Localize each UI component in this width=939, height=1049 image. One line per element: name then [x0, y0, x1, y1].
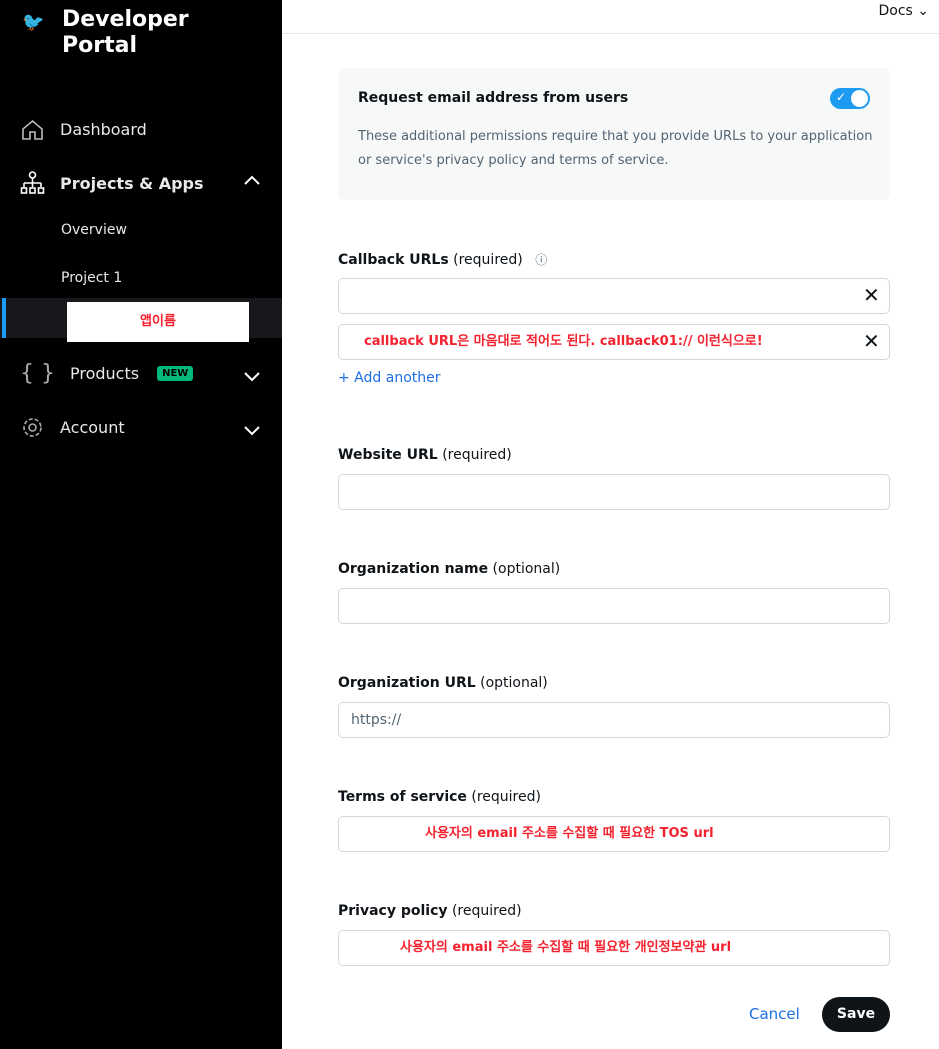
nav-project1[interactable]: Project 1 [61, 270, 122, 286]
org-name-input[interactable] [338, 588, 890, 624]
website-label: Website URL (required) [338, 447, 512, 463]
gear-icon [23, 418, 42, 437]
nav-account[interactable]: Account [20, 415, 125, 440]
chevron-up-icon[interactable] [243, 174, 261, 186]
chevron-down-icon[interactable] [243, 425, 261, 437]
check-icon: ✓ [836, 90, 847, 104]
new-badge: NEW [157, 366, 194, 381]
callback-url-input[interactable] [338, 278, 890, 314]
chevron-down-icon[interactable] [243, 371, 261, 383]
sidebar: 🐦 Developer Portal Dashboard Projects & A… [0, 0, 282, 1049]
add-another-link[interactable]: + Add another [338, 370, 440, 386]
callback-url-input-2[interactable]: callback URL은 마음대로 적어도 된다. callback01://… [338, 324, 890, 360]
org-url-label: Organization URL (optional) [338, 675, 548, 691]
nav-app-selected[interactable]: 앱이름 [0, 298, 282, 342]
close-icon[interactable]: ✕ [863, 329, 880, 353]
privacy-input[interactable]: 사용자의 email 주소를 수집할 때 필요한 개인정보약관 url [338, 930, 890, 966]
tos-input[interactable]: 사용자의 email 주소를 수집할 때 필요한 TOS url [338, 816, 890, 852]
email-permission-card: Request email address from users ✓ These… [338, 68, 890, 200]
twitter-bird-icon: 🐦 [22, 12, 45, 33]
braces-icon: { } [20, 361, 55, 386]
docs-menu[interactable]: Docs ⌄ [878, 3, 929, 19]
website-url-input[interactable] [338, 474, 890, 510]
callback-label: Callback URLs (required) ⓘ [338, 252, 548, 268]
home-icon [22, 119, 43, 140]
main-content: Docs ⌄ Request email address from users … [282, 0, 939, 1049]
sitemap-icon [20, 171, 45, 194]
nav-dashboard[interactable]: Dashboard [20, 118, 147, 141]
org-name-label: Organization name (optional) [338, 561, 561, 577]
top-bar: Docs ⌄ [282, 0, 939, 34]
chevron-down-icon: ⌄ [917, 3, 929, 19]
email-toggle[interactable]: ✓ [830, 88, 870, 109]
nav-products[interactable]: { } Products NEW [20, 361, 194, 386]
org-url-input[interactable]: https:// [338, 702, 890, 738]
close-icon[interactable]: ✕ [863, 283, 880, 307]
nav-projects[interactable]: Projects & Apps [20, 171, 204, 196]
privacy-label: Privacy policy (required) [338, 903, 522, 919]
app-name-label: 앱이름 [67, 302, 249, 342]
brand-title: Developer Portal [62, 7, 189, 58]
save-button[interactable]: Save [822, 997, 890, 1032]
info-icon[interactable]: ⓘ [535, 253, 547, 267]
cancel-button[interactable]: Cancel [749, 1005, 800, 1023]
nav-overview[interactable]: Overview [61, 222, 127, 238]
tos-label: Terms of service (required) [338, 789, 541, 805]
